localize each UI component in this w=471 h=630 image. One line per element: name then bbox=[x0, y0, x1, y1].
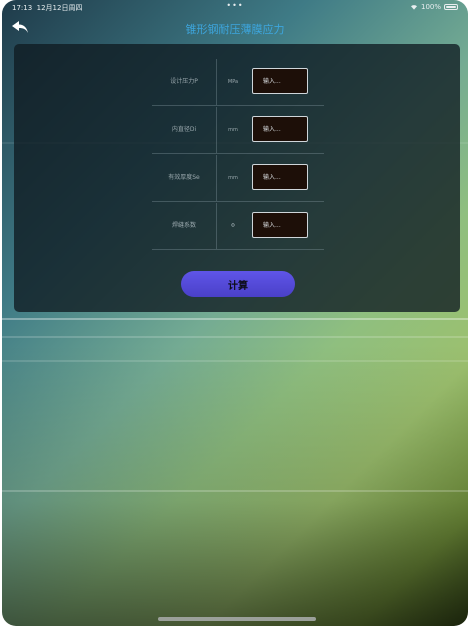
calculate-button[interactable]: 计算 bbox=[181, 271, 295, 297]
device-screen: 17:13 12月12日周四 ••• 100% 锥形钢耐压薄膜应力 设计压力P … bbox=[2, 0, 468, 626]
background-streak bbox=[2, 318, 468, 320]
page-title: 锥形钢耐压薄膜应力 bbox=[185, 23, 285, 36]
row-label: 内直径Di bbox=[152, 107, 217, 153]
row-label: 焊缝系数 bbox=[152, 203, 217, 249]
multitasking-dots[interactable]: ••• bbox=[2, 1, 468, 10]
row-label: 有效厚度Se bbox=[152, 155, 217, 201]
thickness-input[interactable] bbox=[252, 164, 308, 190]
battery-percent: 100% bbox=[420, 3, 441, 11]
form-row-pressure: 设计压力P MPa bbox=[152, 59, 324, 106]
status-right: 100% bbox=[410, 3, 458, 11]
background-streak bbox=[2, 490, 468, 492]
background-streak bbox=[2, 360, 468, 362]
weld-factor-input[interactable] bbox=[252, 212, 308, 238]
pressure-input[interactable] bbox=[252, 68, 308, 94]
battery-icon bbox=[444, 4, 458, 10]
form-row-weld-factor: 焊缝系数 Φ bbox=[152, 203, 324, 250]
background-streak bbox=[2, 336, 468, 338]
form-row-inner-diameter: 内直径Di mm bbox=[152, 107, 324, 154]
navigation-bar: 锥形钢耐压薄膜应力 bbox=[2, 14, 468, 40]
status-bar: 17:13 12月12日周四 ••• 100% bbox=[2, 0, 468, 14]
row-unit: mm bbox=[228, 175, 238, 181]
row-label: 设计压力P bbox=[152, 59, 217, 105]
form-row-thickness: 有效厚度Se mm bbox=[152, 155, 324, 202]
inner-diameter-input[interactable] bbox=[252, 116, 308, 142]
row-unit: mm bbox=[228, 127, 238, 133]
row-unit: MPa bbox=[227, 79, 239, 85]
row-unit: Φ bbox=[231, 223, 235, 229]
wifi-icon bbox=[410, 5, 417, 10]
form-panel: 设计压力P MPa 内直径Di mm 有效厚度Se mm 焊缝系数 Φ 计算 bbox=[14, 44, 460, 312]
home-indicator[interactable] bbox=[158, 617, 316, 621]
